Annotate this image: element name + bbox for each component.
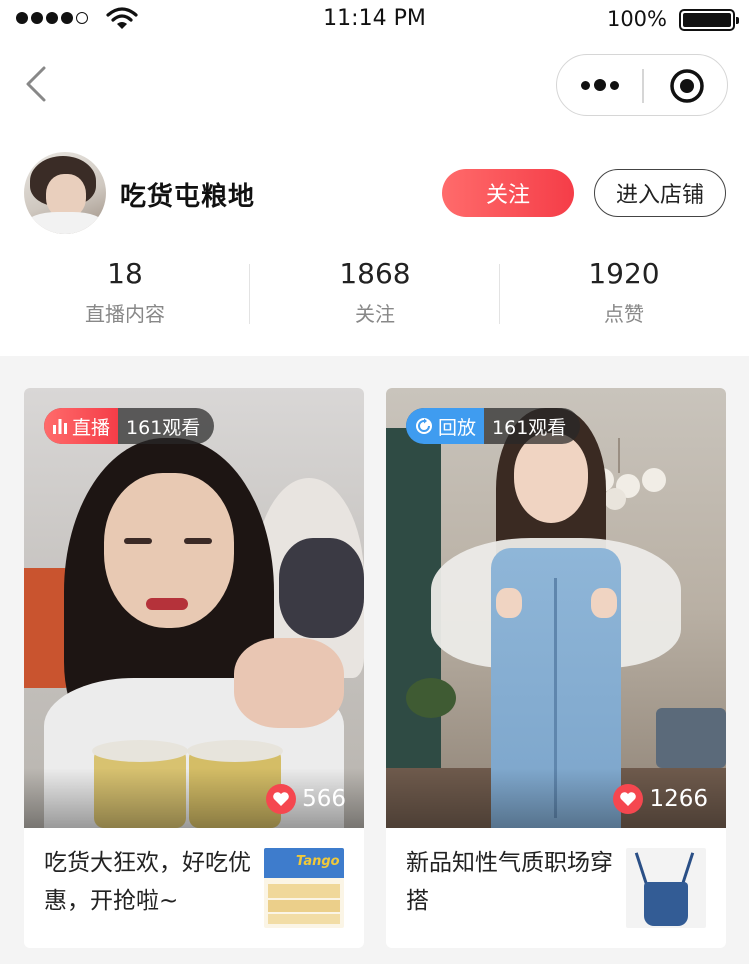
stat-live-content[interactable]: 18 直播内容 — [0, 254, 250, 327]
heart-icon — [266, 784, 297, 814]
view-count: 161观看 — [126, 416, 201, 439]
status-bar: 11:14 PM 100% — [0, 0, 749, 40]
replay-icon — [416, 418, 432, 434]
stat-label: 关注 — [355, 302, 395, 326]
like-count[interactable]: 1266 — [613, 784, 708, 814]
stat-likes[interactable]: 1920 点赞 — [499, 254, 749, 327]
stat-label: 直播内容 — [85, 302, 165, 326]
product-brand-text: Tango — [296, 854, 340, 869]
stat-label: 点赞 — [604, 302, 644, 326]
battery-icon — [679, 9, 739, 31]
profile-section: 吃货屯粮地 关注 进入店铺 18 直播内容 1868 关注 1920 点赞 — [0, 130, 749, 356]
enter-shop-button[interactable]: 进入店铺 — [594, 169, 726, 217]
stat-following[interactable]: 1868 关注 — [250, 254, 500, 327]
live-badge: 直播 — [44, 408, 119, 444]
avatar[interactable] — [24, 152, 106, 234]
stat-value: 18 — [107, 257, 143, 290]
chevron-left-icon[interactable] — [22, 64, 52, 104]
video-cover-image[interactable] — [24, 388, 364, 828]
profile-name: 吃货屯粮地 — [120, 182, 256, 212]
replay-status-label: 回放 — [438, 416, 477, 439]
video-cover-image[interactable] — [386, 388, 726, 828]
battery-percentage: 100% — [606, 7, 667, 31]
product-thumbnail[interactable]: Tango — [264, 848, 344, 928]
stat-value: 1868 — [339, 257, 411, 290]
video-title[interactable]: 新品知性气质职场穿搭 — [406, 844, 624, 920]
replay-status-tag: 回放 161观看 — [406, 408, 581, 444]
live-bars-icon — [53, 419, 67, 434]
mini-program-capsule — [556, 54, 728, 116]
live-status-tag: 直播 161观看 — [44, 408, 215, 444]
live-status-label: 直播 — [72, 416, 111, 439]
view-count: 161观看 — [492, 416, 567, 439]
video-title[interactable]: 吃货大狂欢，好吃优惠，开抢啦~ — [44, 844, 262, 920]
target-circle-icon[interactable] — [669, 68, 705, 104]
stat-value: 1920 — [588, 257, 660, 290]
like-count-value: 1266 — [649, 786, 708, 812]
capsule-divider — [642, 69, 644, 103]
product-thumbnail[interactable] — [626, 848, 706, 928]
replay-badge: 回放 — [406, 408, 485, 444]
like-count[interactable]: 566 — [266, 784, 346, 814]
more-dots-icon[interactable] — [581, 55, 621, 115]
navigation-bar — [0, 40, 749, 130]
video-card[interactable]: 直播 161观看 566 吃货大狂欢，好吃优惠，开抢啦~ Tango — [24, 388, 364, 948]
follow-button[interactable]: 关注 — [442, 169, 574, 217]
heart-icon — [613, 784, 644, 814]
like-count-value: 566 — [302, 786, 346, 812]
video-card[interactable]: 回放 161观看 1266 新品知性气质职场穿搭 — [386, 388, 726, 948]
